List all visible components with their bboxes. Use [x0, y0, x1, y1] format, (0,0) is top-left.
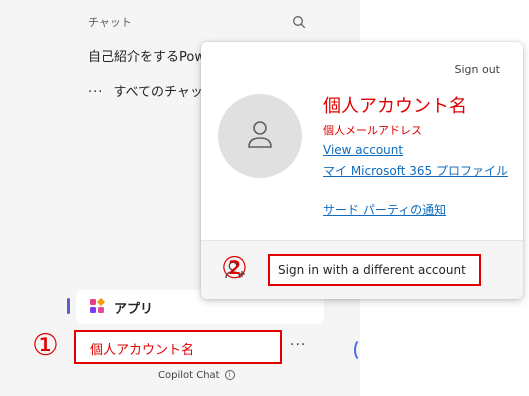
info-icon[interactable]: i — [224, 370, 235, 380]
more-options-icon[interactable]: ··· — [290, 337, 306, 353]
copilot-chat-footer: Copilot Chat i — [158, 370, 235, 381]
selected-indicator — [67, 298, 70, 314]
step-1-badge: ① — [32, 328, 59, 363]
all-chats-label: すべてのチャッ — [113, 85, 203, 100]
profile-name: 個人アカウント名 — [323, 96, 467, 117]
view-account-link[interactable]: View account — [323, 143, 403, 157]
account-name: 個人アカウント名 — [90, 343, 195, 358]
footer-label: Copilot Chat — [158, 370, 220, 381]
all-chats-link[interactable]: ··· すべてのチャッ — [88, 81, 203, 100]
ellipsis-icon: ··· — [88, 85, 104, 100]
profile-email: 個人メールアドレス — [323, 124, 422, 137]
search-icon[interactable] — [292, 15, 306, 29]
person-icon — [248, 121, 272, 148]
apps-icon — [90, 298, 105, 313]
avatar — [218, 94, 302, 178]
chat-list-item[interactable]: 自己紹介をするPow — [88, 46, 205, 65]
sign-in-different-account-button[interactable]: Sign in with a different account — [268, 254, 481, 286]
chat-item-title: 自己紹介をするPow — [88, 50, 205, 65]
apps-label: アプリ — [114, 302, 154, 317]
popup-footer: Sign in with a different account — [201, 240, 523, 299]
step-2-badge: ② — [221, 251, 248, 286]
partial-avatar-edge — [354, 338, 370, 362]
sign-in-different-account-label: Sign in with a different account — [278, 263, 466, 277]
sign-out-link[interactable]: Sign out — [454, 63, 500, 76]
third-party-notices-link[interactable]: サード パーティの通知 — [323, 201, 446, 218]
account-button[interactable]: 個人アカウント名 — [74, 330, 282, 364]
account-popup: Sign out 個人アカウント名 個人メールアドレス View account… — [201, 42, 523, 299]
chat-section-header: チャット — [88, 16, 132, 29]
ms365-profile-link[interactable]: マイ Microsoft 365 プロファイル — [323, 162, 511, 181]
popup-body: Sign out 個人アカウント名 個人メールアドレス View account… — [201, 42, 523, 240]
